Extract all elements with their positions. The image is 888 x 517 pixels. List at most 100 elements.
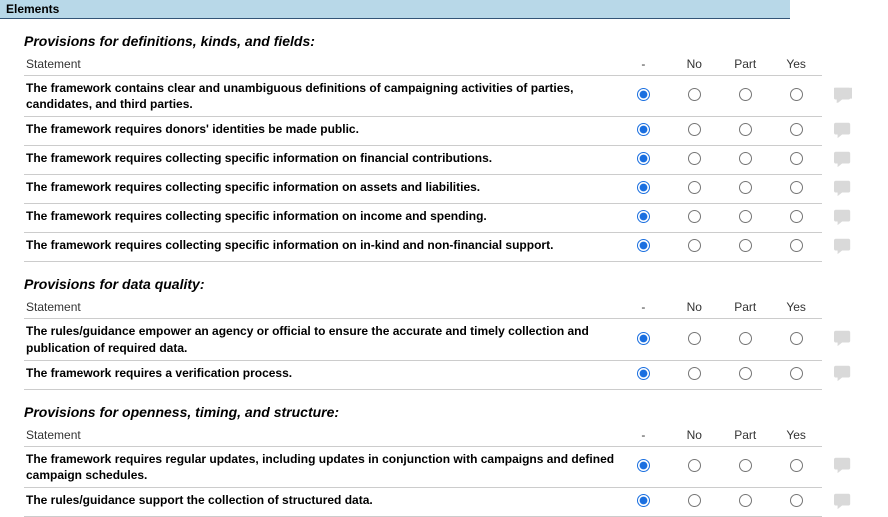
option-part[interactable] xyxy=(739,152,752,165)
comment-icon[interactable] xyxy=(832,93,854,107)
option-part[interactable] xyxy=(739,210,752,223)
option-dash[interactable] xyxy=(637,181,650,194)
table-row: The rules/guidance support the collectio… xyxy=(24,488,864,517)
section-heading: Provisions for definitions, kinds, and f… xyxy=(24,33,888,49)
statement-text: The framework requires collecting specif… xyxy=(26,238,553,252)
col-no-header: No xyxy=(669,296,720,319)
col-dash-header: - xyxy=(618,424,669,447)
option-yes[interactable] xyxy=(790,123,803,136)
option-dash[interactable] xyxy=(637,152,650,165)
col-comment-header xyxy=(822,424,864,447)
option-dash[interactable] xyxy=(637,332,650,345)
comment-icon[interactable] xyxy=(832,128,854,142)
option-no[interactable] xyxy=(688,459,701,472)
col-yes-header: Yes xyxy=(771,296,822,319)
col-dash-header: - xyxy=(618,296,669,319)
col-yes-header: Yes xyxy=(771,53,822,76)
col-statement-header: Statement xyxy=(24,53,618,76)
option-no[interactable] xyxy=(688,123,701,136)
option-yes[interactable] xyxy=(790,367,803,380)
col-part-header: Part xyxy=(720,53,771,76)
option-no[interactable] xyxy=(688,332,701,345)
option-dash[interactable] xyxy=(637,459,650,472)
statement-text: The rules/guidance support the collectio… xyxy=(26,493,373,507)
comment-icon[interactable] xyxy=(832,336,854,350)
statement-text: The rules/guidance empower an agency or … xyxy=(26,324,589,354)
option-no[interactable] xyxy=(688,152,701,165)
option-yes[interactable] xyxy=(790,152,803,165)
col-comment-header xyxy=(822,53,864,76)
option-yes[interactable] xyxy=(790,210,803,223)
option-no[interactable] xyxy=(688,494,701,507)
option-no[interactable] xyxy=(688,181,701,194)
option-part[interactable] xyxy=(739,88,752,101)
option-part[interactable] xyxy=(739,459,752,472)
option-part[interactable] xyxy=(739,239,752,252)
comment-icon[interactable] xyxy=(832,215,854,229)
table-row: The framework requires collecting specif… xyxy=(24,233,864,262)
col-comment-header xyxy=(822,296,864,319)
col-part-header: Part xyxy=(720,296,771,319)
table-row: The rules/guidance empower an agency or … xyxy=(24,319,864,360)
table-header-row: Statement - No Part Yes xyxy=(24,53,864,76)
table-row: The framework requires collecting specif… xyxy=(24,204,864,233)
statement-text: The framework requires collecting specif… xyxy=(26,151,492,165)
table-row: The framework requires regular updates, … xyxy=(24,446,864,487)
section-heading: Provisions for data quality: xyxy=(24,276,888,292)
col-statement-header: Statement xyxy=(24,424,618,447)
section-table: Statement - No Part Yes The framework co… xyxy=(24,53,864,262)
col-no-header: No xyxy=(669,53,720,76)
section-table: Statement - No Part Yes The framework re… xyxy=(24,424,864,517)
comment-icon[interactable] xyxy=(832,499,854,513)
option-dash[interactable] xyxy=(637,88,650,101)
tab-label: Elements xyxy=(6,2,59,16)
statement-text: The framework requires collecting specif… xyxy=(26,180,480,194)
table-header-row: Statement - No Part Yes xyxy=(24,424,864,447)
option-part[interactable] xyxy=(739,123,752,136)
tab-elements[interactable]: Elements xyxy=(0,0,790,19)
comment-icon[interactable] xyxy=(832,157,854,171)
option-yes[interactable] xyxy=(790,181,803,194)
table-row: The framework requires donors' identitie… xyxy=(24,117,864,146)
option-part[interactable] xyxy=(739,367,752,380)
statement-text: The framework requires a verification pr… xyxy=(26,366,292,380)
option-dash[interactable] xyxy=(637,210,650,223)
option-dash[interactable] xyxy=(637,123,650,136)
option-no[interactable] xyxy=(688,210,701,223)
option-yes[interactable] xyxy=(790,494,803,507)
table-row: The framework contains clear and unambig… xyxy=(24,76,864,117)
table-row: The framework requires a verification pr… xyxy=(24,360,864,389)
col-statement-header: Statement xyxy=(24,296,618,319)
option-dash[interactable] xyxy=(637,239,650,252)
option-yes[interactable] xyxy=(790,88,803,101)
option-no[interactable] xyxy=(688,88,701,101)
col-yes-header: Yes xyxy=(771,424,822,447)
comment-icon[interactable] xyxy=(832,244,854,258)
option-yes[interactable] xyxy=(790,332,803,345)
comment-icon[interactable] xyxy=(832,371,854,385)
section-heading: Provisions for openness, timing, and str… xyxy=(24,404,888,420)
table-row: The framework requires collecting specif… xyxy=(24,175,864,204)
content-area: Provisions for definitions, kinds, and f… xyxy=(0,33,888,517)
col-dash-header: - xyxy=(618,53,669,76)
statement-text: The framework requires collecting specif… xyxy=(26,209,487,223)
section-table: Statement - No Part Yes The rules/guidan… xyxy=(24,296,864,389)
table-header-row: Statement - No Part Yes xyxy=(24,296,864,319)
option-part[interactable] xyxy=(739,181,752,194)
comment-icon[interactable] xyxy=(832,186,854,200)
option-yes[interactable] xyxy=(790,459,803,472)
option-dash[interactable] xyxy=(637,367,650,380)
table-row: The framework requires collecting specif… xyxy=(24,146,864,175)
col-no-header: No xyxy=(669,424,720,447)
option-dash[interactable] xyxy=(637,494,650,507)
option-part[interactable] xyxy=(739,332,752,345)
statement-text: The framework requires donors' identitie… xyxy=(26,122,359,136)
statement-text: The framework requires regular updates, … xyxy=(26,452,614,482)
option-part[interactable] xyxy=(739,494,752,507)
option-no[interactable] xyxy=(688,239,701,252)
statement-text: The framework contains clear and unambig… xyxy=(26,81,573,111)
option-yes[interactable] xyxy=(790,239,803,252)
option-no[interactable] xyxy=(688,367,701,380)
col-part-header: Part xyxy=(720,424,771,447)
comment-icon[interactable] xyxy=(832,463,854,477)
